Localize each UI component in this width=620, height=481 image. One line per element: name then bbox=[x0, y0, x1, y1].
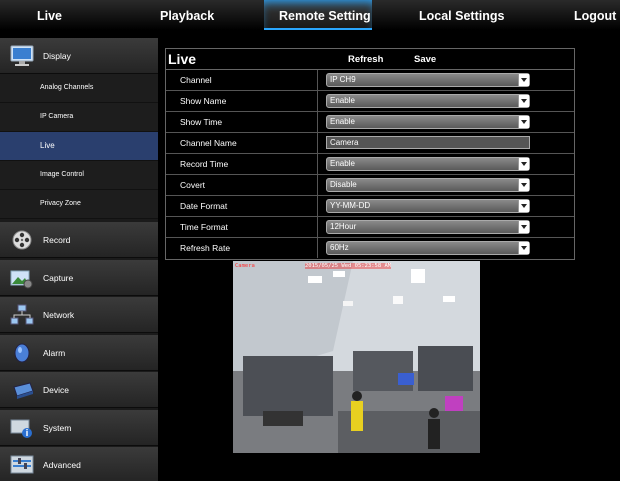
page-title: Live bbox=[168, 51, 197, 67]
setting-label: Channel Name bbox=[166, 133, 318, 153]
sidebar-item-system[interactable]: System bbox=[0, 410, 158, 446]
camera-feed-image bbox=[233, 261, 480, 453]
sidebar-subitem-label: IP Camera bbox=[40, 113, 74, 120]
logout-button[interactable]: Logout bbox=[574, 9, 616, 23]
setting-label: Covert bbox=[166, 175, 318, 195]
setting-label: Date Format bbox=[166, 196, 318, 216]
top-nav: Live Playback Remote Setting Local Setti… bbox=[0, 0, 620, 30]
chevron-down-icon[interactable] bbox=[518, 95, 529, 107]
sidebar-item-label: Capture bbox=[43, 272, 74, 283]
show-name-select[interactable]: Enable bbox=[326, 94, 530, 108]
sidebar-item-capture[interactable]: Capture bbox=[0, 260, 158, 296]
select-value: Disable bbox=[330, 180, 357, 189]
select-value: Enable bbox=[330, 159, 355, 168]
select-value: IP CH9 bbox=[330, 75, 356, 84]
setting-label: Time Format bbox=[166, 217, 318, 237]
sidebar-item-label: Alarm bbox=[43, 347, 66, 358]
alarm-icon bbox=[14, 343, 30, 362]
sidebar-item-label: Device bbox=[43, 384, 69, 395]
select-value: Enable bbox=[330, 117, 355, 126]
sidebar-subitem-live[interactable]: Live bbox=[0, 132, 158, 161]
chevron-down-icon[interactable] bbox=[518, 158, 529, 170]
sidebar-item-alarm[interactable]: Alarm bbox=[0, 335, 158, 371]
advanced-icon bbox=[10, 455, 34, 473]
sidebar-subitem-label: Image Control bbox=[40, 171, 84, 178]
tab-local-settings[interactable]: Local Settings bbox=[419, 9, 504, 23]
save-button[interactable]: Save bbox=[414, 54, 436, 65]
tab-live[interactable]: Live bbox=[37, 9, 62, 23]
select-value: Enable bbox=[330, 96, 355, 105]
chevron-down-icon[interactable] bbox=[518, 116, 529, 128]
refresh-rate-select[interactable]: 60Hz bbox=[326, 241, 530, 255]
system-info-icon bbox=[10, 419, 32, 438]
chevron-down-icon[interactable] bbox=[518, 221, 529, 233]
setting-row-channel: Channel IP CH9 bbox=[166, 70, 574, 91]
select-value: 60Hz bbox=[330, 243, 349, 252]
sidebar-subitem-analog-channels[interactable]: Analog Channels bbox=[0, 74, 158, 103]
sidebar-subitem-image-control[interactable]: Image Control bbox=[0, 161, 158, 190]
setting-row-show-name: Show Name Enable bbox=[166, 91, 574, 112]
setting-label: Show Time bbox=[166, 112, 318, 132]
setting-row-record-time: Record Time Enable bbox=[166, 154, 574, 175]
setting-label: Channel bbox=[166, 70, 318, 90]
sidebar-item-label: Display bbox=[43, 50, 71, 61]
form-header: Live Refresh Save bbox=[166, 49, 574, 70]
sidebar-item-label: Network bbox=[43, 309, 75, 320]
sidebar-item-device[interactable]: Device bbox=[0, 372, 158, 408]
sidebar-item-display[interactable]: Display bbox=[0, 38, 158, 74]
setting-row-time-format: Time Format 12Hour bbox=[166, 217, 574, 238]
setting-row-show-time: Show Time Enable bbox=[166, 112, 574, 133]
sidebar-item-record[interactable]: Record bbox=[0, 222, 158, 258]
monitor-icon bbox=[10, 45, 34, 66]
sidebar-subitem-privacy-zone[interactable]: Privacy Zone bbox=[0, 190, 158, 219]
film-reel-icon bbox=[12, 230, 32, 249]
sidebar: Display Analog Channels IP Camera Live I… bbox=[0, 38, 158, 481]
setting-row-date-format: Date Format YY-MM-DD bbox=[166, 196, 574, 217]
select-value: YY-MM-DD bbox=[330, 201, 371, 210]
chevron-down-icon[interactable] bbox=[518, 179, 529, 191]
osd-timestamp: 2015/05/25 Wed 05:23:58 AM bbox=[305, 263, 392, 269]
sidebar-item-advanced[interactable]: Advanced bbox=[0, 447, 158, 481]
select-value: 12Hour bbox=[330, 222, 357, 231]
date-format-select[interactable]: YY-MM-DD bbox=[326, 199, 530, 213]
setting-row-channel-name: Channel Name Camera bbox=[166, 133, 574, 154]
tab-playback[interactable]: Playback bbox=[160, 9, 214, 23]
sidebar-item-network[interactable]: Network bbox=[0, 297, 158, 333]
channel-name-input[interactable]: Camera bbox=[326, 136, 530, 149]
setting-label: Refresh Rate bbox=[166, 238, 318, 258]
record-time-select[interactable]: Enable bbox=[326, 157, 530, 171]
refresh-button[interactable]: Refresh bbox=[348, 54, 383, 65]
time-format-select[interactable]: 12Hour bbox=[326, 220, 530, 234]
chevron-down-icon[interactable] bbox=[518, 200, 529, 212]
sidebar-subitem-label: Privacy Zone bbox=[40, 200, 81, 207]
camera-capture-icon bbox=[10, 270, 33, 288]
setting-row-covert: Covert Disable bbox=[166, 175, 574, 196]
live-settings-form: Live Refresh Save Channel IP CH9 Show Na… bbox=[165, 48, 575, 260]
setting-label: Show Name bbox=[166, 91, 318, 111]
hard-drive-icon bbox=[13, 381, 34, 399]
sidebar-item-label: Record bbox=[43, 234, 71, 245]
sidebar-item-label: Advanced bbox=[43, 459, 81, 470]
sidebar-subitem-label: Analog Channels bbox=[40, 84, 94, 91]
chevron-down-icon[interactable] bbox=[518, 242, 529, 254]
tab-remote-setting[interactable]: Remote Setting bbox=[279, 9, 371, 23]
covert-select[interactable]: Disable bbox=[326, 178, 530, 192]
sidebar-item-label: System bbox=[43, 422, 72, 433]
setting-label: Record Time bbox=[166, 154, 318, 174]
sidebar-subitem-ip-camera[interactable]: IP Camera bbox=[0, 103, 158, 132]
live-preview-video[interactable]: Camera 2015/05/25 Wed 05:23:58 AM bbox=[233, 261, 480, 453]
sidebar-subitem-label: Live bbox=[40, 141, 55, 150]
osd-channel-name: Camera bbox=[235, 263, 255, 269]
network-icon bbox=[10, 304, 34, 324]
show-time-select[interactable]: Enable bbox=[326, 115, 530, 129]
channel-select[interactable]: IP CH9 bbox=[326, 73, 530, 87]
setting-row-refresh-rate: Refresh Rate 60Hz bbox=[166, 238, 574, 259]
chevron-down-icon[interactable] bbox=[518, 74, 529, 86]
